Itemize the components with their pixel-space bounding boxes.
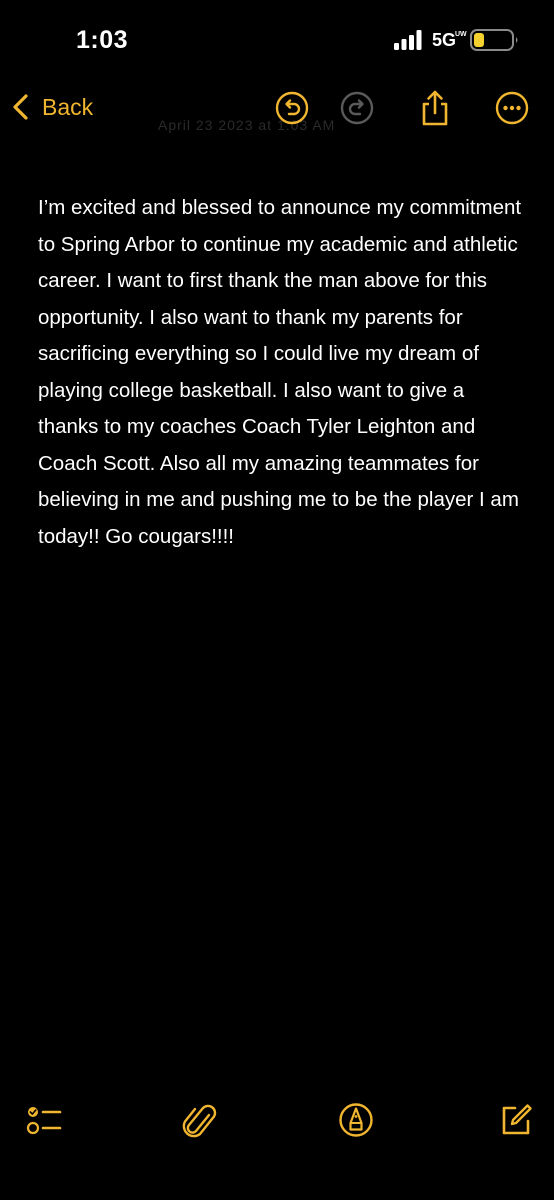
compose-button[interactable] — [496, 1100, 536, 1140]
more-icon — [495, 91, 529, 125]
redo-button[interactable] — [339, 90, 375, 126]
undo-icon — [275, 91, 309, 125]
markup-button[interactable] — [336, 1100, 376, 1140]
share-button[interactable] — [417, 90, 453, 126]
markup-pen-icon — [339, 1103, 373, 1137]
compose-icon — [502, 1104, 532, 1135]
network-subtype-label: UW — [455, 31, 467, 38]
note-body-text[interactable]: I’m excited and blessed to announce my c… — [38, 190, 528, 555]
attachment-button[interactable] — [180, 1100, 220, 1140]
chevron-left-icon — [13, 94, 28, 120]
cellular-signal-icon — [394, 30, 422, 50]
bottom-toolbar — [0, 1100, 554, 1160]
share-icon — [422, 90, 448, 126]
network-type-label: 5G — [432, 30, 457, 50]
undo-button[interactable] — [274, 90, 310, 126]
status-time: 1:03 — [76, 26, 129, 54]
checklist-icon — [26, 1107, 62, 1135]
back-label: Back — [42, 93, 94, 120]
paperclip-icon — [182, 1104, 217, 1138]
status-bar: 1:03 5G UW — [0, 0, 554, 80]
battery-low-power-icon — [470, 29, 518, 51]
checklist-button[interactable] — [24, 1100, 64, 1140]
navigation-bar: Back April 23 2023 at 1:03 AM — [0, 80, 554, 140]
redo-icon — [340, 91, 374, 125]
more-options-button[interactable] — [494, 90, 530, 126]
back-button[interactable]: Back — [10, 90, 93, 124]
